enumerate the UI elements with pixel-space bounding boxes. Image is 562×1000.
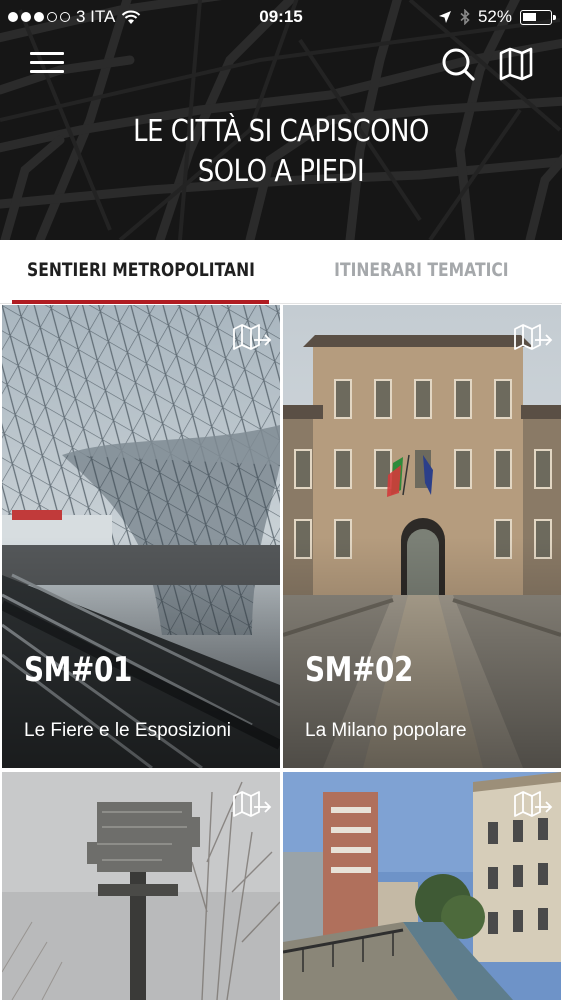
tab-label: SENTIERI METROPOLITANI [26,259,255,281]
tab-sentieri-metropolitani[interactable]: SENTIERI METROPOLITANI [0,240,281,304]
card-code: SM#01 [24,650,132,690]
map-export-icon[interactable] [513,790,553,822]
tab-label: ITINERARI TEMATICI [334,259,509,281]
tab-bar: SENTIERI METROPOLITANI ITINERARI TEMATIC… [0,240,562,304]
tagline: LE CITTÀ SI CAPISCONO SOLO A PIEDI [39,112,522,192]
hamburger-menu-icon[interactable] [30,52,64,76]
tagline-line-2: SOLO A PIEDI [197,154,365,189]
map-export-icon[interactable] [232,790,272,822]
route-card-4[interactable] [283,772,561,1000]
bluetooth-icon [460,9,470,25]
status-right: 52% [438,7,556,27]
card-code: SM#02 [305,650,413,690]
card-title: La Milano popolare [305,720,467,741]
route-card-sm02[interactable]: SM#02 La Milano popolare [283,305,561,768]
tab-itinerari-tematici[interactable]: ITINERARI TEMATICI [281,240,562,304]
location-arrow-icon [438,11,451,23]
map-export-icon[interactable] [232,323,272,355]
battery-percent: 52% [477,7,512,26]
route-card-3[interactable] [2,772,280,1000]
card-title: Le Fiere e le Esposizioni [24,720,231,741]
tagline-line-1: LE CITTÀ SI CAPISCONO [133,114,429,149]
search-icon[interactable] [440,46,476,82]
folded-map-icon[interactable] [498,46,534,82]
header: 3 ITA 09:15 52% LE CITTÀ SI CAPISCONO SO… [0,0,562,240]
route-card-sm01[interactable]: SM#01 Le Fiere e le Esposizioni [2,305,280,768]
active-tab-indicator [12,300,269,304]
map-export-icon[interactable] [513,323,553,355]
status-bar: 3 ITA 09:15 52% [0,0,562,34]
battery-icon [520,9,556,25]
